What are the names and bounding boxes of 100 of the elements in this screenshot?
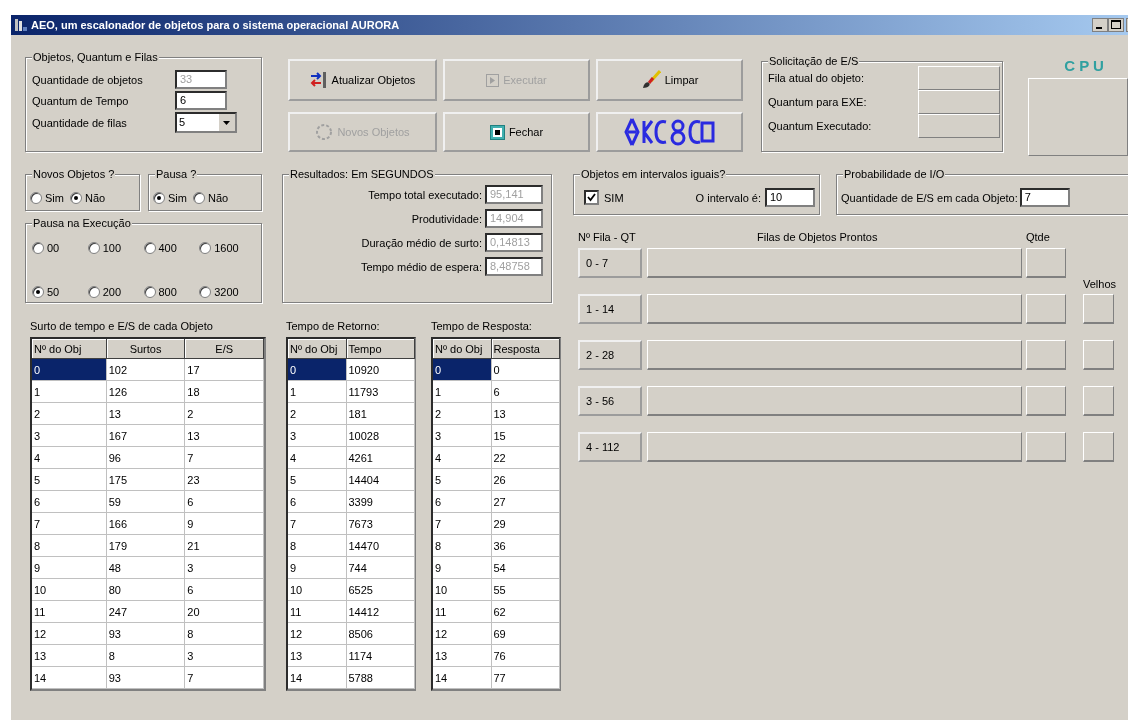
- table-cell: 8: [184, 622, 264, 645]
- table-cell: 14: [288, 666, 346, 689]
- close-button[interactable]: Fechar: [443, 112, 590, 152]
- group-title: Resultados: Em SEGUNDOS: [290, 168, 434, 180]
- field-label: Fila atual do objeto:: [768, 72, 865, 84]
- radio-button[interactable]: 1600: [199, 238, 255, 258]
- old-count-box: [1083, 432, 1114, 462]
- column-label: Qtde: [1026, 231, 1051, 243]
- table-cell: 5788: [346, 666, 414, 689]
- logo-button[interactable]: [596, 112, 743, 152]
- radio-button[interactable]: 400: [143, 238, 200, 258]
- table-cell: 7: [184, 666, 264, 689]
- table-cell: 12: [288, 622, 346, 645]
- queue-button[interactable]: 4 - 112: [578, 432, 642, 462]
- table-cell: 1: [433, 380, 491, 403]
- table-cell: 2: [288, 402, 346, 425]
- group-title: Novos Objetos ?: [33, 168, 115, 180]
- radio-button[interactable]: 100: [87, 238, 144, 258]
- minimize-icon[interactable]: [1092, 18, 1108, 32]
- queue-button[interactable]: 1 - 14: [578, 294, 642, 324]
- field-label: Tempo médio de espera:: [359, 260, 483, 273]
- count-box: [1026, 248, 1066, 278]
- arrows-icon: [309, 71, 328, 89]
- text-field[interactable]: 7: [1019, 188, 1070, 207]
- field-label: Quantidade de filas: [32, 116, 128, 129]
- radio-button[interactable]: Sim: [30, 185, 64, 210]
- table-cell: 77: [491, 666, 559, 689]
- column-header: E/S: [184, 339, 264, 359]
- table-cell: 10: [433, 578, 491, 601]
- table-title: Tempo de Retorno:: [286, 320, 381, 333]
- field-label: Quantum Executado:: [768, 120, 873, 132]
- table-cell: 13: [32, 644, 107, 667]
- table-cell: 11: [288, 600, 346, 623]
- table-cell: 62: [491, 600, 559, 623]
- table-cell: 11: [32, 600, 107, 623]
- table-cell: 8: [433, 534, 491, 557]
- radio-button[interactable]: 800: [143, 282, 200, 302]
- column-label: Filas de Objetos Prontos: [756, 231, 879, 243]
- table-cell: 6: [288, 490, 346, 513]
- brush-icon: [640, 70, 661, 90]
- update-objects-button[interactable]: Atualizar Objetos: [288, 59, 437, 101]
- group-title: Solicitação de E/S: [769, 55, 859, 67]
- table-cell: 96: [106, 446, 185, 469]
- count-box: [1026, 340, 1066, 370]
- column-header: Tempo: [346, 339, 414, 359]
- table-cell: 13: [433, 644, 491, 667]
- table-cell: 17: [184, 358, 264, 381]
- radio-button[interactable]: Não: [69, 185, 106, 210]
- radio-button[interactable]: 3200: [199, 282, 255, 302]
- text-field[interactable]: 10: [765, 188, 815, 207]
- radio-button[interactable]: 50: [32, 282, 88, 302]
- table-cell: 13: [184, 424, 264, 447]
- table-cell: 22: [491, 446, 559, 469]
- table-cell: 0: [288, 358, 346, 381]
- table-cell: 7: [32, 512, 107, 535]
- count-box: [1026, 432, 1066, 462]
- queue-button[interactable]: 0 - 7: [578, 248, 642, 278]
- field-label: Quantidade de E/S em cada Objeto:: [841, 191, 1018, 204]
- radio-button[interactable]: 00: [32, 238, 88, 258]
- dropdown[interactable]: 5: [175, 112, 237, 133]
- table-cell: 29: [491, 512, 559, 535]
- table-cell: 5: [32, 468, 107, 491]
- text-field[interactable]: 6: [175, 91, 227, 110]
- field-label: Quantum para EXE:: [768, 96, 868, 108]
- radio-button[interactable]: 200: [87, 282, 144, 302]
- table-cell: 5: [288, 468, 346, 491]
- table-cell: 14404: [346, 468, 414, 491]
- table-cell: 80: [106, 578, 185, 601]
- table-cell: 14470: [346, 534, 414, 557]
- old-count-box: [1083, 386, 1114, 416]
- table-cell: 76: [491, 644, 559, 667]
- radio-button[interactable]: Sim: [153, 185, 187, 210]
- table-cell: 11793: [346, 380, 414, 403]
- radio-button[interactable]: Não: [192, 185, 229, 210]
- table-cell: 12: [433, 622, 491, 645]
- table-cell: 11: [433, 600, 491, 623]
- table-cell: 14: [32, 666, 107, 689]
- count-box: [1026, 294, 1066, 324]
- table-cell: 59: [106, 490, 185, 513]
- queue-button[interactable]: 3 - 56: [578, 386, 642, 416]
- table-cell: 4: [288, 446, 346, 469]
- table-cell: 2: [32, 402, 107, 425]
- clear-button[interactable]: Limpar: [596, 59, 743, 101]
- table-cell: 9: [184, 512, 264, 535]
- table-cell: 5: [433, 468, 491, 491]
- maximize-icon[interactable]: [1108, 18, 1124, 32]
- table-cell: 175: [106, 468, 185, 491]
- queue-button[interactable]: 2 - 28: [578, 340, 642, 370]
- checkbox[interactable]: SIM: [584, 190, 624, 205]
- table-cell: 14: [433, 666, 491, 689]
- table-cell: 10: [32, 578, 107, 601]
- play-icon: [486, 73, 500, 87]
- table-cell: 10920: [346, 358, 414, 381]
- table-cell: 4: [433, 446, 491, 469]
- table-cell: 10028: [346, 424, 414, 447]
- table-cell: 18: [184, 380, 264, 403]
- table-cell: 2: [184, 402, 264, 425]
- field-label: O intervalo é:: [695, 191, 761, 204]
- column-header: Resposta: [491, 339, 559, 359]
- table-cell: 10: [288, 578, 346, 601]
